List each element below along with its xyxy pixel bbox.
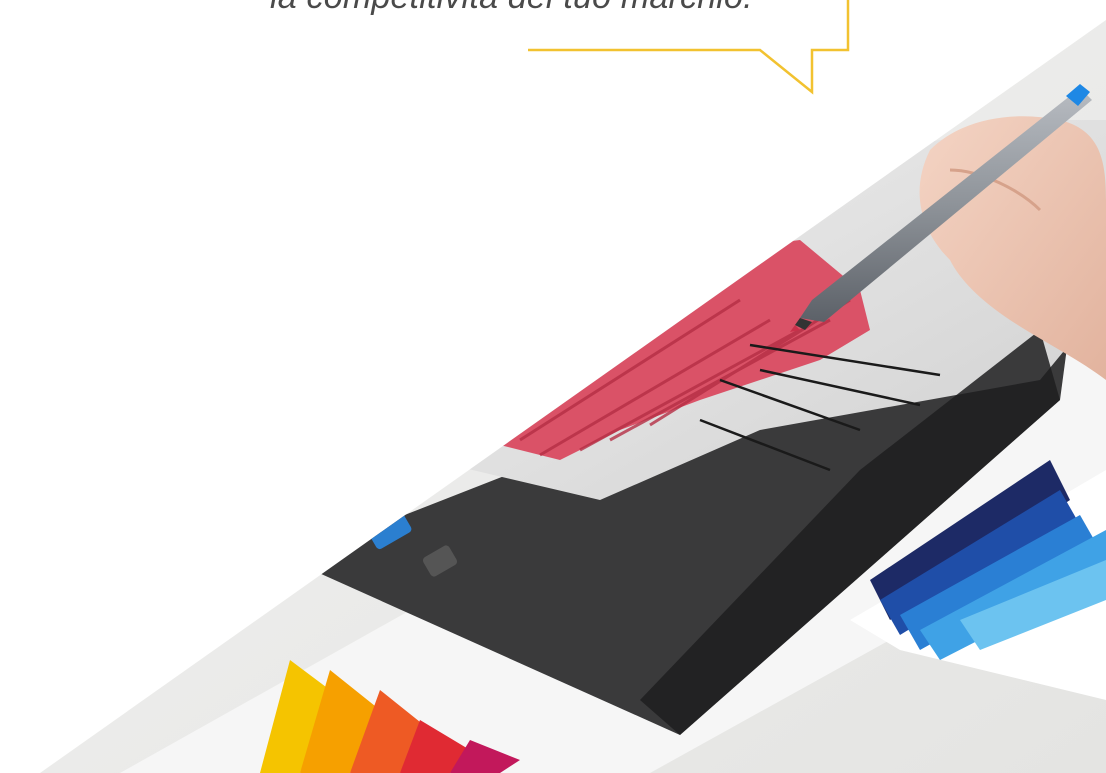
page: la competitività del tuo marchio. xyxy=(0,0,1106,773)
hero-photo xyxy=(40,20,1106,773)
